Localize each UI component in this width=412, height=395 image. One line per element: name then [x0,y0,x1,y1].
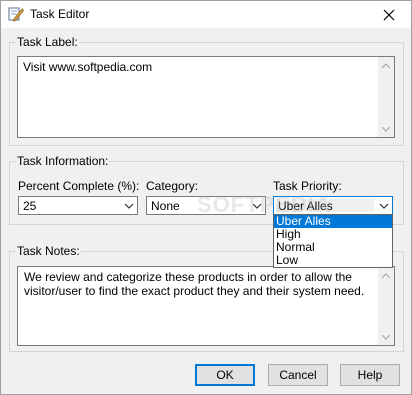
cancel-button[interactable]: Cancel [268,364,328,386]
scroll-up-arrow-icon[interactable] [378,57,394,73]
percent-complete-label: Percent Complete (%): [18,179,140,193]
task-notes-field[interactable]: We review and categorize these products … [17,266,395,346]
task-notes-group-title: Task Notes: [16,244,81,258]
task-information-group-title: Task Information: [16,154,110,168]
task-priority-dropdown[interactable]: Uber Alles [273,196,393,215]
task-label-group-title: Task Label: [16,35,79,49]
scroll-up-arrow-icon[interactable] [378,267,394,283]
category-value: None [151,199,180,213]
task-label-scrollbar[interactable] [378,57,394,137]
title-bar: Task Editor [1,1,411,28]
window-title: Task Editor [30,7,90,21]
task-label-group: Task Label: Visit www.softpedia.com [9,35,404,146]
chevron-down-icon [379,203,389,209]
task-label-text: Visit www.softpedia.com [23,60,153,74]
help-button-label: Help [357,368,383,382]
ok-button-label: OK [216,368,234,382]
category-dropdown[interactable]: None [146,196,266,215]
cancel-button-label: Cancel [279,368,317,382]
task-priority-options-list[interactable]: Uber Alles High Normal Low [273,214,393,268]
task-label-field[interactable]: Visit www.softpedia.com [17,56,395,138]
priority-option[interactable]: Low [274,254,392,267]
percent-complete-dropdown[interactable]: 25 [18,196,138,215]
chevron-down-icon [124,203,134,209]
task-notes-scrollbar[interactable] [378,267,394,345]
pencil-document-icon [8,6,25,22]
category-label: Category: [146,179,199,193]
percent-complete-value: 25 [23,199,37,213]
chevron-down-icon [252,203,262,209]
close-button[interactable] [366,1,411,28]
task-editor-window: Task Editor Task Label: Visit www.softpe… [0,0,412,395]
task-priority-label: Task Priority: [273,179,342,193]
task-priority-value: Uber Alles [278,199,333,213]
ok-button[interactable]: OK [195,364,255,386]
task-notes-text: We review and categorize these products … [24,270,365,298]
help-button[interactable]: Help [340,364,400,386]
close-icon [383,9,394,20]
scroll-down-arrow-icon[interactable] [378,329,394,345]
scroll-down-arrow-icon[interactable] [378,121,394,137]
